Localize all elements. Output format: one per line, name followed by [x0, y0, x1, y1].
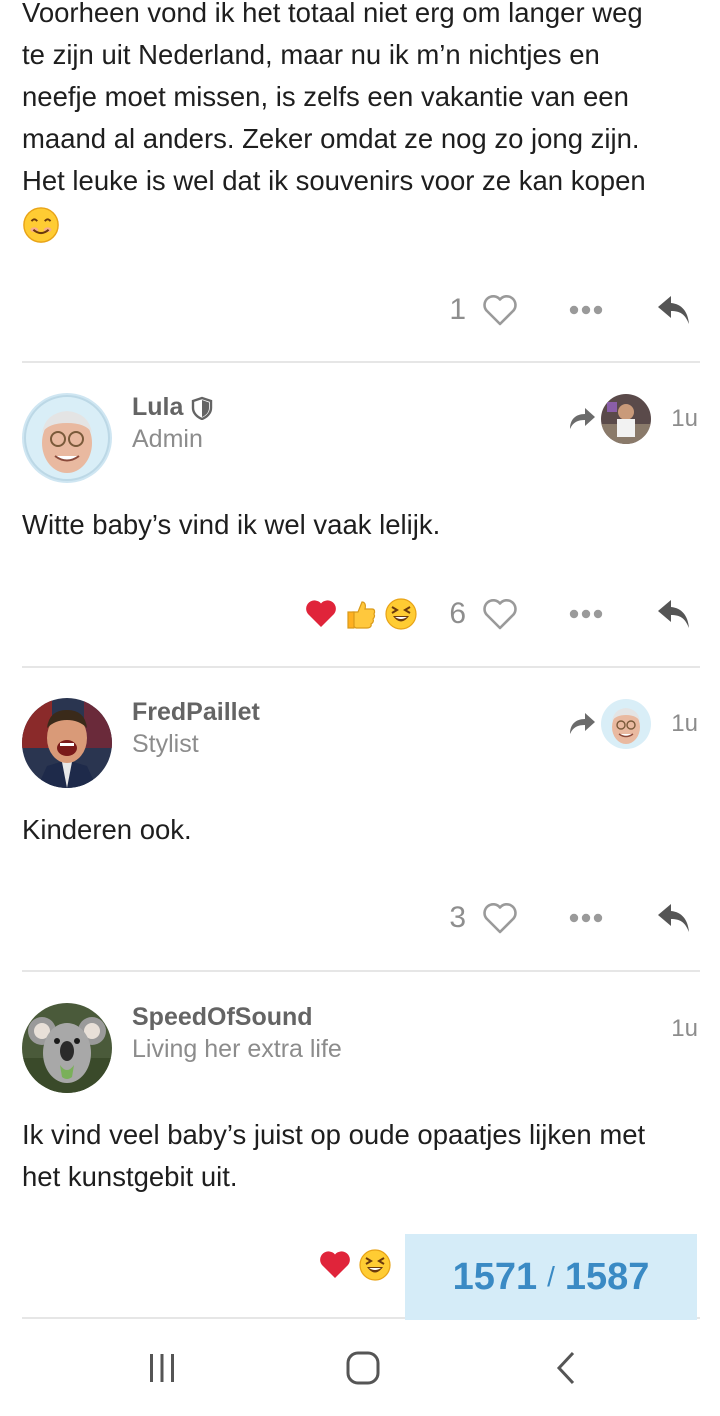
- more-dots-icon: [569, 609, 603, 619]
- post-divider: [22, 970, 700, 972]
- avatar-lula-image: [22, 393, 112, 483]
- reply-to-arrow-icon[interactable]: [567, 406, 597, 432]
- reply-icon: [658, 296, 689, 324]
- topic-progress[interactable]: 1571 / 1587: [405, 1234, 697, 1320]
- system-nav-bar: [0, 1320, 720, 1416]
- heart-reaction-icon: [306, 600, 336, 627]
- like-button[interactable]: [480, 290, 520, 330]
- user-title: Stylist: [132, 730, 199, 758]
- progress-separator: /: [547, 1261, 555, 1292]
- username[interactable]: SpeedOfSound: [132, 1003, 313, 1032]
- post-time[interactable]: 1u: [671, 405, 698, 433]
- post-2-header: Lula Admin 1u: [22, 393, 700, 485]
- reply-button[interactable]: [652, 594, 696, 634]
- heart-outline-icon: [483, 903, 517, 934]
- post-1-line: te zijn uit Nederland, maar nu ik m’n ni…: [22, 39, 600, 70]
- post-3-header: FredPaillet Stylist 1u: [22, 698, 700, 790]
- more-dots-icon: [569, 913, 603, 923]
- username[interactable]: FredPaillet: [132, 698, 260, 727]
- post-meta: 1u: [651, 1003, 700, 1055]
- post-meta: 1u: [567, 393, 700, 445]
- user-title: Living her extra life: [132, 1035, 342, 1063]
- post-4-line: Ik vind veel baby’s juist op oude opaatj…: [22, 1119, 646, 1150]
- reply-button[interactable]: [652, 898, 696, 938]
- post-1-line: maand al anders. Zeker omdat ze nog zo j…: [22, 123, 640, 154]
- nav-home-icon: [346, 1351, 380, 1385]
- reply-to-avatar[interactable]: [601, 394, 652, 444]
- avatar[interactable]: [22, 1003, 112, 1093]
- post-meta: 1u: [567, 698, 700, 750]
- user-title: Admin: [132, 425, 203, 453]
- like-count: 3: [449, 901, 466, 934]
- recents-button[interactable]: [142, 1348, 182, 1388]
- like-button[interactable]: [480, 594, 520, 634]
- avatar-speedofsound-image: [22, 1003, 112, 1093]
- post-time[interactable]: 1u: [671, 1015, 698, 1043]
- username-text[interactable]: Lula: [132, 393, 183, 422]
- reply-button[interactable]: [652, 290, 696, 330]
- more-options-button[interactable]: [566, 898, 606, 938]
- heart-reaction-icon: [320, 1251, 350, 1278]
- post-4-actions: [312, 1240, 400, 1290]
- reply-to-avatar-image: [601, 699, 652, 749]
- laughing-reaction-icon: [359, 1249, 391, 1281]
- avatar[interactable]: [22, 698, 112, 788]
- reply-icon: [658, 600, 689, 628]
- post-time[interactable]: 1u: [671, 710, 698, 738]
- reply-icon: [658, 904, 689, 932]
- username-text[interactable]: FredPaillet: [132, 698, 260, 727]
- post-1-body: Voorheen vond ik het totaal niet erg om …: [22, 0, 700, 248]
- post-1-actions: 1: [426, 285, 720, 335]
- nav-back-icon: [556, 1351, 575, 1385]
- shield-icon: [192, 396, 213, 420]
- post-divider: [22, 666, 700, 668]
- reply-to-avatar[interactable]: [601, 699, 652, 749]
- post-3-actions: 3: [426, 893, 720, 943]
- progress-total: 1587: [564, 1255, 650, 1298]
- username-text[interactable]: SpeedOfSound: [132, 1003, 313, 1032]
- like-button[interactable]: [480, 898, 520, 938]
- reply-to-arrow-icon[interactable]: [567, 711, 597, 737]
- avatar-fredpaillet-image: [22, 698, 112, 788]
- post-2-body: Witte baby’s vind ik wel vaak lelijk.: [22, 509, 441, 540]
- post-1-line: Voorheen vond ik het totaal niet erg om …: [22, 0, 643, 28]
- reactions[interactable]: [312, 1248, 392, 1282]
- nav-recents-icon: [150, 1354, 174, 1382]
- more-dots-icon: [569, 305, 603, 315]
- laughing-reaction-icon: [385, 598, 417, 630]
- like-count: 6: [449, 597, 466, 630]
- username[interactable]: Lula: [132, 393, 213, 422]
- post-divider: [22, 361, 700, 363]
- post-1-line: Het leuke is wel dat ik souvenirs voor z…: [22, 165, 646, 196]
- like-count: 1: [449, 293, 466, 326]
- reactions[interactable]: [298, 597, 418, 631]
- post-3-body: Kinderen ook.: [22, 814, 192, 845]
- heart-outline-icon: [483, 295, 517, 326]
- post-4-header: SpeedOfSound Living her extra life 1u: [22, 1003, 700, 1095]
- heart-outline-icon: [483, 599, 517, 630]
- progress-current: 1571: [452, 1255, 538, 1298]
- back-button[interactable]: [545, 1348, 585, 1388]
- post-1-line-emoji: [22, 202, 700, 248]
- reply-to-avatar-image: [601, 394, 652, 444]
- more-options-button[interactable]: [566, 594, 606, 634]
- post-4-line: het kunstgebit uit.: [22, 1161, 238, 1192]
- home-button[interactable]: [343, 1348, 383, 1388]
- thumbs-up-reaction-icon: [347, 601, 376, 629]
- avatar[interactable]: [22, 393, 112, 483]
- more-options-button[interactable]: [566, 290, 606, 330]
- post-1-line: neefje moet missen, is zelfs een vakanti…: [22, 81, 629, 112]
- smiling-face-emoji-icon: [23, 206, 59, 243]
- post-2-actions: 6: [298, 589, 720, 639]
- post-4-body: Ik vind veel baby’s juist op oude opaatj…: [22, 1114, 700, 1198]
